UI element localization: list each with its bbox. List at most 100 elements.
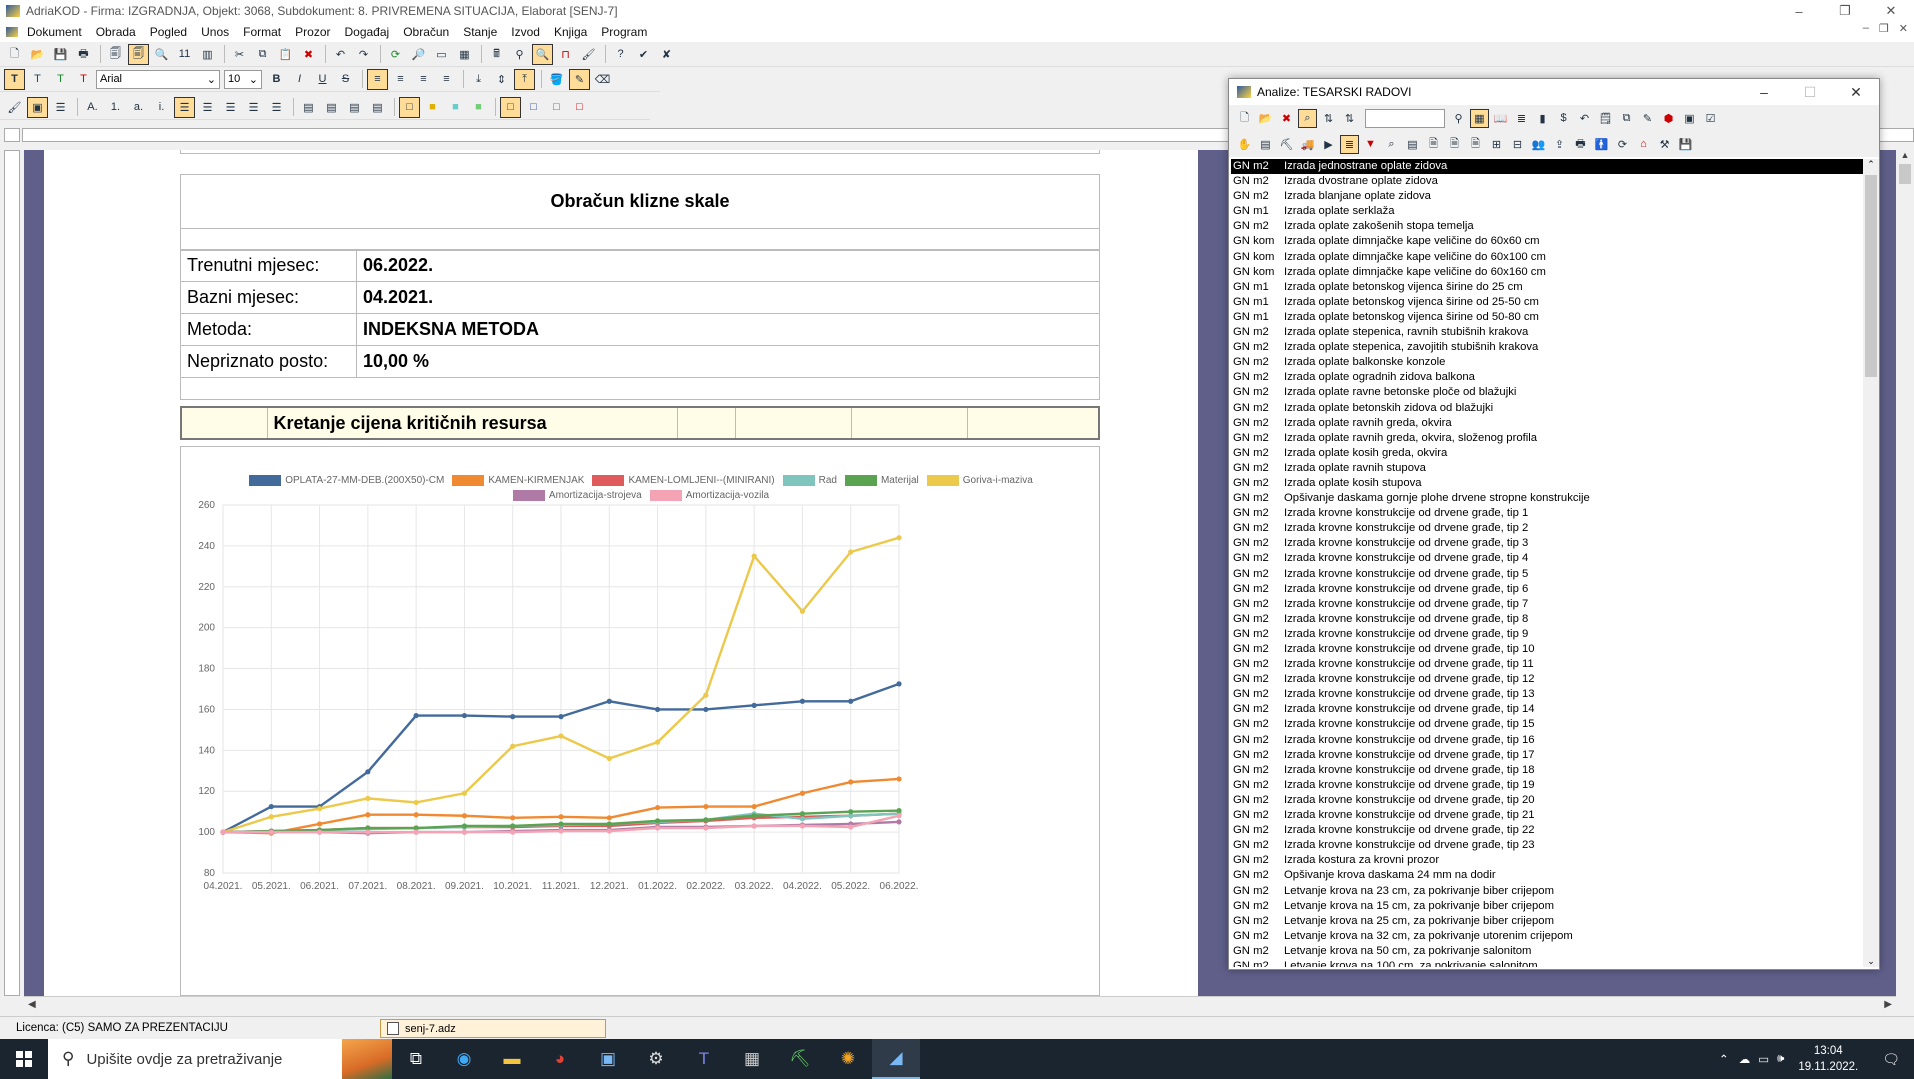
list-item[interactable]: GN m2 Izrada blanjane oplate zidova [1231,189,1863,204]
start-button[interactable] [0,1039,48,1079]
border-red-icon[interactable]: □ [569,97,590,118]
remote-desktop-icon[interactable]: ▣ [584,1039,632,1079]
numbering-a-small-icon[interactable]: a. [128,97,149,118]
list-item[interactable]: GN m2 Izrada krovne konstrukcije od drven… [1231,793,1863,808]
list-item[interactable]: GN m2 Izrada krovne konstrukcije od drven… [1231,642,1863,657]
field-icon[interactable]: ▭ [431,44,452,65]
page-1-icon[interactable]: ▤ [298,97,319,118]
document-tab[interactable]: senj-7.adz [380,1019,606,1038]
calc-icon[interactable]: 🖩 [486,44,507,65]
copy-icon[interactable]: ⧉ [1617,109,1636,128]
goto-icon[interactable]: ▶ [1319,135,1338,154]
zoom-icon[interactable]: 🔍 [532,43,553,65]
binoculars-icon[interactable]: ⚲ [1449,109,1468,128]
italic-icon[interactable]: I [289,69,310,90]
delete-icon[interactable]: ✖ [298,44,319,65]
list-item[interactable]: GN m2 Izrada jednostrane oplate zidova [1231,159,1863,175]
mdi-close-button[interactable]: ✕ [1899,22,1908,35]
paste-icon[interactable]: 📋 [275,44,296,65]
list-item[interactable]: GN m2 Izrada krovne konstrukcije od drven… [1231,521,1863,536]
text-style-3-icon[interactable]: T [50,69,71,90]
numbering-a-icon[interactable]: A. [82,97,103,118]
underline-icon[interactable]: U [312,69,333,90]
list-item[interactable]: GN kom Izrada oplate dimnjačke kape velič… [1231,250,1863,265]
list-item[interactable]: GN m2 Izrada krovne konstrukcije od drven… [1231,567,1863,582]
export-icon[interactable]: ⇪ [1550,135,1569,154]
list-item[interactable]: GN m2 Izrada krovne konstrukcije od drven… [1231,687,1863,702]
list-item[interactable]: GN m2 Izrada oplate ravnih stupova [1231,461,1863,476]
list-item[interactable]: GN m2 Izrada oplate ravne betonske ploče … [1231,385,1863,400]
list-item[interactable]: GN m1 Izrada oplate betonskog vijenca šir… [1231,295,1863,310]
hand-icon[interactable]: ✋ [1235,135,1254,154]
table-icon[interactable]: ▦ [454,44,475,65]
list-item[interactable]: GN m2 Opšivanje daskama gornje plohe drve… [1231,491,1863,506]
list-item[interactable]: GN m2 Izrada oplate ravnih greda, okvira [1231,416,1863,431]
excavator-icon[interactable]: ⛏ [1277,135,1296,154]
page-3-icon[interactable]: ▤ [344,97,365,118]
list-item[interactable]: GN m2 Izrada krovne konstrukcije od drven… [1231,748,1863,763]
print-icon[interactable]: 🖶 [73,44,94,65]
text-style-2-icon[interactable]: T [27,69,48,90]
layers-icon[interactable]: ≣ [1340,134,1359,154]
doc-1-icon[interactable]: 🗎 [1424,135,1443,154]
row-value[interactable]: 10,00 % [356,345,1100,378]
app-tool-icon[interactable]: ⛏ [776,1039,824,1079]
new-icon[interactable]: 🗋 [4,44,25,65]
notification-icon[interactable]: 🗨 [1868,1051,1914,1068]
chart-icon[interactable]: ▮ [1533,109,1552,128]
brush-icon[interactable]: 🖌 [578,44,599,65]
menu-obracun[interactable]: Obračun [396,25,456,39]
analize-search-input[interactable] [1365,108,1445,128]
stamp-icon[interactable]: ⬢ [1659,109,1678,128]
dollar-icon[interactable]: $ [1554,109,1573,128]
format-painter-icon[interactable]: 🖌 [4,97,25,118]
sort-asc-icon[interactable]: ⇅ [1319,109,1338,128]
analize-scrollbar[interactable]: ⌃ ⌄ [1863,159,1879,967]
chevron-up-icon[interactable]: ⌃ [1713,1052,1735,1066]
save-icon[interactable]: 💾 [1676,135,1695,154]
list-item[interactable]: GN m2 Izrada oplate balkonske konzole [1231,355,1863,370]
preview-icon[interactable]: 🗐 [105,44,126,65]
list-item[interactable]: GN m2 Izrada oplate ogradnih zidova balko… [1231,370,1863,385]
clock[interactable]: 13:04 19.11.2022. [1788,1043,1868,1075]
settings-icon[interactable]: ⚙ [632,1039,680,1079]
analize-maximize-button[interactable]: ☐ [1787,79,1833,105]
list-item[interactable]: GN m2 Izrada krovne konstrukcije od drven… [1231,672,1863,687]
number-icon[interactable]: 11 [174,44,195,65]
document-horizontal-scrollbar[interactable]: ◀ ▶ [24,996,1896,1012]
list-item[interactable]: GN m1 Izrada oplate betonskog vijenca šir… [1231,310,1863,325]
strikethrough-icon[interactable]: S [335,69,356,90]
menu-stanje[interactable]: Stanje [456,25,504,39]
numbering-1-icon[interactable]: 1. [105,97,126,118]
find-icon[interactable]: 🔎 [408,44,429,65]
list-item[interactable]: GN m1 Izrada oplate serklaža [1231,204,1863,219]
restore-button[interactable]: ❐ [1822,0,1868,22]
menu-knjiga[interactable]: Knjiga [547,25,594,39]
document-vertical-scrollbar[interactable]: ▲ [1896,150,1914,996]
list-item[interactable]: GN m2 Izrada krovne konstrukcije od drven… [1231,763,1863,778]
list-item[interactable]: GN m2 Izrada krovne konstrukcije od drven… [1231,823,1863,838]
scroll-right-icon[interactable]: ▶ [1884,999,1892,1010]
style-icon[interactable]: ▣ [27,96,48,118]
paragraph-icon[interactable]: ☰ [50,97,71,118]
list-item[interactable]: GN m2 Izrada oplate kosih greda, okvira [1231,446,1863,461]
mdi-restore-button[interactable]: ❐ [1879,22,1889,35]
magnet-icon[interactable]: ⊓ [555,44,576,65]
list-item[interactable]: GN m2 Izrada krovne konstrukcije od drven… [1231,657,1863,672]
list-item[interactable]: GN m2 Izrada oplate stepenica, ravnih stu… [1231,325,1863,340]
list-item[interactable]: GN kom Izrada oplate dimnjačke kape velič… [1231,265,1863,280]
network-icon[interactable]: ▭ [1754,1052,1773,1066]
text-style-4-icon[interactable]: T [73,69,94,90]
menu-dokument[interactable]: Dokument [20,25,89,39]
menu-dogadaj[interactable]: Događaj [337,25,396,39]
help-icon[interactable]: ? [610,44,631,65]
list-item[interactable]: GN m2 Izrada krovne konstrukcije od drven… [1231,717,1863,732]
scroll-left-icon[interactable]: ◀ [28,999,36,1010]
list-item[interactable]: GN m2 Izrada kostura za krovni prozor [1231,853,1863,868]
list-item[interactable]: GN m2 Izrada krovne konstrukcije od drven… [1231,506,1863,521]
tools-icon[interactable]: ⚒ [1655,135,1674,154]
bold-icon[interactable]: B [266,69,287,90]
list-item[interactable]: GN m2 Letvanje krova na 50 cm, za pokriva… [1231,944,1863,959]
volume-icon[interactable]: 🕪 [1773,1053,1788,1066]
open-icon[interactable]: 📂 [27,44,48,65]
